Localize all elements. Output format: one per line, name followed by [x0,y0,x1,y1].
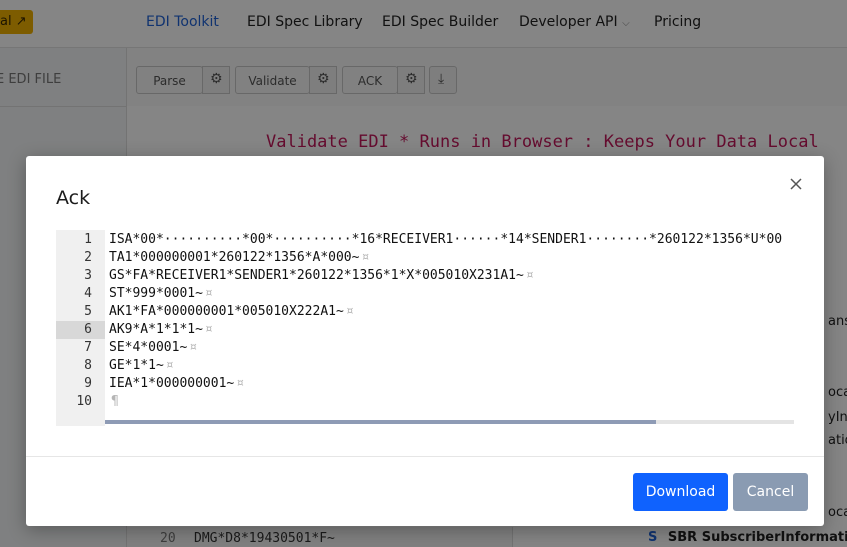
code-line-text: IEA*1*000000001~ [109,376,235,391]
code-line-text: TA1*000000001*260122*1356*A*000~ [109,250,360,265]
code-line: ISA*00*··········*00*··········*16*RECEI… [109,231,784,249]
line-number: 4 [84,286,92,301]
dialog-title: Ack [56,187,91,209]
code-line: GS*FA*RECEIVER1*SENDER1*260122*1356*1*X*… [109,267,534,285]
horizontal-scrollbar[interactable] [105,420,794,424]
end-of-line-marker: ¤ [361,250,370,265]
code-line: SE*4*0001~ ¤ [109,339,197,357]
line-number: 9 [84,376,92,391]
line-number: 10 [76,394,92,409]
close-icon [790,178,802,190]
end-of-line-marker: ¤ [204,286,213,301]
code-line-text: SE*4*0001~ [109,340,188,355]
ack-dialog: Ack 1 2 3 4 5 6 7 8 9 10 ISA*00*··········*00*···… [26,156,824,526]
code-line: ¶ [109,393,119,411]
line-number: 2 [84,250,92,265]
code-line: TA1*000000001*260122*1356*A*000~ ¤ [109,249,369,267]
code-line-text: AK1*FA*000000001*005010X222A1~ [109,304,344,319]
line-number: 5 [84,304,92,319]
ack-code-editor[interactable]: 1 2 3 4 5 6 7 8 9 10 ISA*00*··········*00*·······… [56,230,794,426]
code-line: AK1*FA*000000001*005010X222A1~ ¤ [109,303,354,321]
end-of-line-marker: ¤ [236,376,245,391]
end-of-line-marker: ¶ [111,394,119,409]
line-number: 3 [84,268,92,283]
scrollbar-thumb[interactable] [105,420,656,424]
code-line: GE*1*1~ ¤ [109,357,174,375]
line-number: 1 [84,232,92,247]
code-line: IEA*1*000000001~ ¤ [109,375,244,393]
end-of-line-marker: ¤ [189,340,198,355]
footer-divider [26,456,824,457]
cancel-button[interactable]: Cancel [733,473,808,511]
line-number: 8 [84,358,92,373]
code-line-text: GE*1*1~ [109,358,164,373]
end-of-line-marker: ¤ [165,358,174,373]
end-of-line-marker: ¤ [204,322,213,337]
close-button[interactable] [786,174,806,194]
line-number: 7 [84,340,92,355]
code-line: AK9*A*1*1*1~ ¤ [109,321,213,339]
code-line-text: ST*999*0001~ [109,286,203,301]
download-button[interactable]: Download [633,473,728,511]
line-number: 6 [56,321,105,339]
end-of-line-marker: ¤ [525,268,534,283]
code-line: ST*999*0001~ ¤ [109,285,213,303]
code-line-text: ISA*00*··········*00*··········*16*RECEI… [109,232,783,247]
code-line-text: GS*FA*RECEIVER1*SENDER1*260122*1356*1*X*… [109,268,524,283]
line-number-gutter: 1 2 3 4 5 6 7 8 9 10 [56,230,105,426]
code-line-text: AK9*A*1*1*1~ [109,322,203,337]
end-of-line-marker: ¤ [345,304,354,319]
